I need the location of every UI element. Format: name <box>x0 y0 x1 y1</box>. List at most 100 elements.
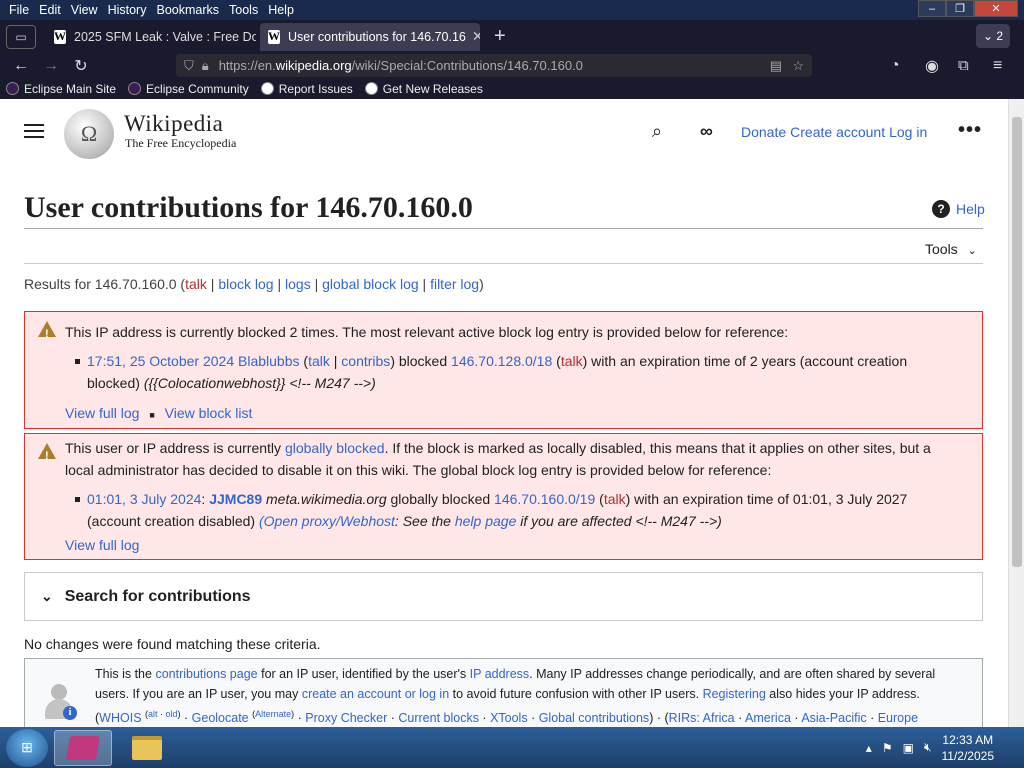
proxy-checker-link[interactable]: Proxy Checker <box>305 711 387 725</box>
geolocate-link[interactable]: Geolocate <box>192 711 249 725</box>
registering-link[interactable]: Registering <box>703 687 766 701</box>
view-full-log-link[interactable]: View full log <box>65 405 139 421</box>
reader-view-icon[interactable]: ▤ <box>770 58 782 74</box>
entry-time-link[interactable]: 17:51, 25 October 2024 <box>87 353 234 369</box>
view-block-list-link[interactable]: View block list <box>165 405 253 421</box>
eclipse-icon <box>6 82 19 95</box>
menu-history[interactable]: History <box>103 3 152 17</box>
log-in-link[interactable]: Log in <box>889 124 927 140</box>
close-tab-icon[interactable]: ✕ <box>466 28 480 45</box>
account-icon[interactable]: ◉ <box>925 56 939 76</box>
chevron-down-icon: ⌄ <box>967 245 977 257</box>
reload-icon[interactable]: ↻ <box>66 56 96 76</box>
more-options-icon[interactable]: ••• <box>958 119 982 142</box>
ip-info-box: i This is the contributions page for an … <box>24 658 983 727</box>
geolocate-alternate-link[interactable]: Alternate <box>255 709 291 719</box>
current-blocks-link[interactable]: Current blocks <box>398 711 479 725</box>
entry-time-link[interactable]: 01:01, 3 July 2024 <box>87 491 201 507</box>
help-page-link[interactable]: help page <box>455 513 517 529</box>
show-hidden-icons-icon[interactable]: ▴ <box>866 741 872 755</box>
menu-view[interactable]: View <box>66 3 103 17</box>
entry-user-link[interactable]: JJMC89 <box>209 491 262 507</box>
ip-address-link[interactable]: IP address <box>470 667 530 681</box>
main-menu-icon[interactable] <box>24 124 44 138</box>
tools-dropdown[interactable]: Tools ⌄ <box>925 241 977 257</box>
menu-edit[interactable]: Edit <box>34 3 66 17</box>
contributions-page-link[interactable]: contributions page <box>155 667 257 681</box>
bookmark-get-new-releases[interactable]: Get New Releases <box>364 82 483 96</box>
entry-talk-link[interactable]: talk <box>308 353 330 369</box>
view-full-log-link[interactable]: View full log <box>65 537 139 553</box>
menu-help[interactable]: Help <box>263 3 299 17</box>
globally-blocked-link[interactable]: globally blocked <box>285 440 385 456</box>
help-link[interactable]: ? Help <box>932 200 985 218</box>
back-arrow-icon[interactable]: ← <box>6 57 36 75</box>
clock[interactable]: 12:33 AM 11/2/2025 <box>942 732 995 764</box>
extensions-icon[interactable]: ⧉ <box>958 57 969 74</box>
bookmark-star-icon[interactable]: ☆ <box>792 58 804 74</box>
menu-bookmarks[interactable]: Bookmarks <box>151 3 224 17</box>
page-scrollbar[interactable] <box>1008 99 1024 727</box>
scrollbar-thumb[interactable] <box>1012 117 1022 567</box>
entry-user-link[interactable]: Blablubbs <box>238 353 300 369</box>
taskbar-eclipse-app[interactable] <box>54 729 112 766</box>
forward-arrow-icon[interactable]: → <box>36 57 66 75</box>
bookmark-eclipse-main[interactable]: Eclipse Main Site <box>6 82 116 96</box>
tab-sfm-leak[interactable]: W 2025 SFM Leak : Valve : Free Dov ✕ <box>46 23 256 51</box>
firefox-view-icon[interactable]: ◔ <box>890 57 900 75</box>
tab-user-contributions[interactable]: W User contributions for 146.70.16 ✕ <box>260 22 480 51</box>
block-log-link[interactable]: block log <box>218 276 273 292</box>
talk-link[interactable]: talk <box>185 276 207 292</box>
taskbar-file-explorer[interactable] <box>118 730 176 766</box>
wikipedia-logo-icon[interactable]: Ω <box>64 109 114 159</box>
whois-old-link[interactable]: old <box>166 709 178 719</box>
filter-log-link[interactable]: filter log <box>430 276 479 292</box>
minimize-button[interactable]: – <box>918 0 946 17</box>
bookmark-eclipse-community[interactable]: Eclipse Community <box>128 82 249 96</box>
tab-list-button[interactable]: ⌄ 2 <box>976 24 1010 48</box>
tab-manager-icon[interactable]: ▭ <box>6 24 36 49</box>
url-bar[interactable]: ⛉ 🔒︎ https://en. wikipedia.org/wiki/Speci… <box>176 54 812 77</box>
rir-america-link[interactable]: America <box>745 711 791 725</box>
tools-label: Tools <box>925 241 958 257</box>
donate-link[interactable]: Donate <box>741 124 786 140</box>
entry-range-link[interactable]: 146.70.160.0/19 <box>494 491 595 507</box>
whois-alt-link[interactable]: alt <box>148 709 158 719</box>
wikipedia-wordmark[interactable]: Wikipedia <box>124 111 223 137</box>
global-block-log-link[interactable]: global block log <box>322 276 419 292</box>
close-window-button[interactable]: ✕ <box>974 0 1018 17</box>
xtools-link[interactable]: XTools <box>490 711 528 725</box>
new-tab-icon[interactable]: + <box>494 25 506 48</box>
hamburger-menu-icon[interactable]: ≡ <box>993 57 1002 75</box>
start-button-icon[interactable]: ⊞ <box>6 728 48 767</box>
volume-muted-icon[interactable]: 🔇︎ <box>924 740 932 755</box>
wikipedia-tagline: The Free Encyclopedia <box>125 136 237 150</box>
create-account-link[interactable]: Create account <box>790 124 885 140</box>
whois-link[interactable]: WHOIS <box>99 711 141 725</box>
entry-range-talk-link[interactable]: talk <box>604 491 626 507</box>
menu-tools[interactable]: Tools <box>224 3 263 17</box>
rir-asia-pacific-link[interactable]: Asia-Pacific <box>801 711 866 725</box>
lock-icon[interactable]: 🔒︎ <box>202 58 209 74</box>
logs-link[interactable]: logs <box>285 276 311 292</box>
tools-divider <box>24 263 983 264</box>
search-icon[interactable]: ⌕ <box>652 121 662 142</box>
entry-action: blocked <box>398 353 448 369</box>
global-contributions-link[interactable]: Global contributions <box>539 711 649 725</box>
create-account-link[interactable]: create an account or log in <box>302 687 449 701</box>
entry-contribs-link[interactable]: contribs <box>341 353 390 369</box>
restore-button[interactable]: ❐ <box>946 0 974 17</box>
menu-file[interactable]: File <box>4 3 34 17</box>
entry-range-talk-link[interactable]: talk <box>561 353 583 369</box>
appearance-icon[interactable]: ∞ <box>700 121 713 142</box>
bookmark-report-issues[interactable]: Report Issues <box>260 82 353 96</box>
shield-icon[interactable]: ⛉ <box>184 58 194 74</box>
search-contributions-toggle[interactable]: ⌄ Search for contributions <box>24 572 983 621</box>
open-proxy-link[interactable]: (Open proxy/Webhost <box>259 513 395 529</box>
github-icon <box>364 82 378 95</box>
entry-range-link[interactable]: 146.70.128.0/18 <box>451 353 552 369</box>
rir-africa-link[interactable]: RIRs: Africa <box>669 711 735 725</box>
network-icon[interactable]: ▣ <box>903 741 914 755</box>
action-center-flag-icon[interactable]: ⚑ <box>882 741 893 755</box>
rir-europe-link[interactable]: Europe <box>878 711 918 725</box>
